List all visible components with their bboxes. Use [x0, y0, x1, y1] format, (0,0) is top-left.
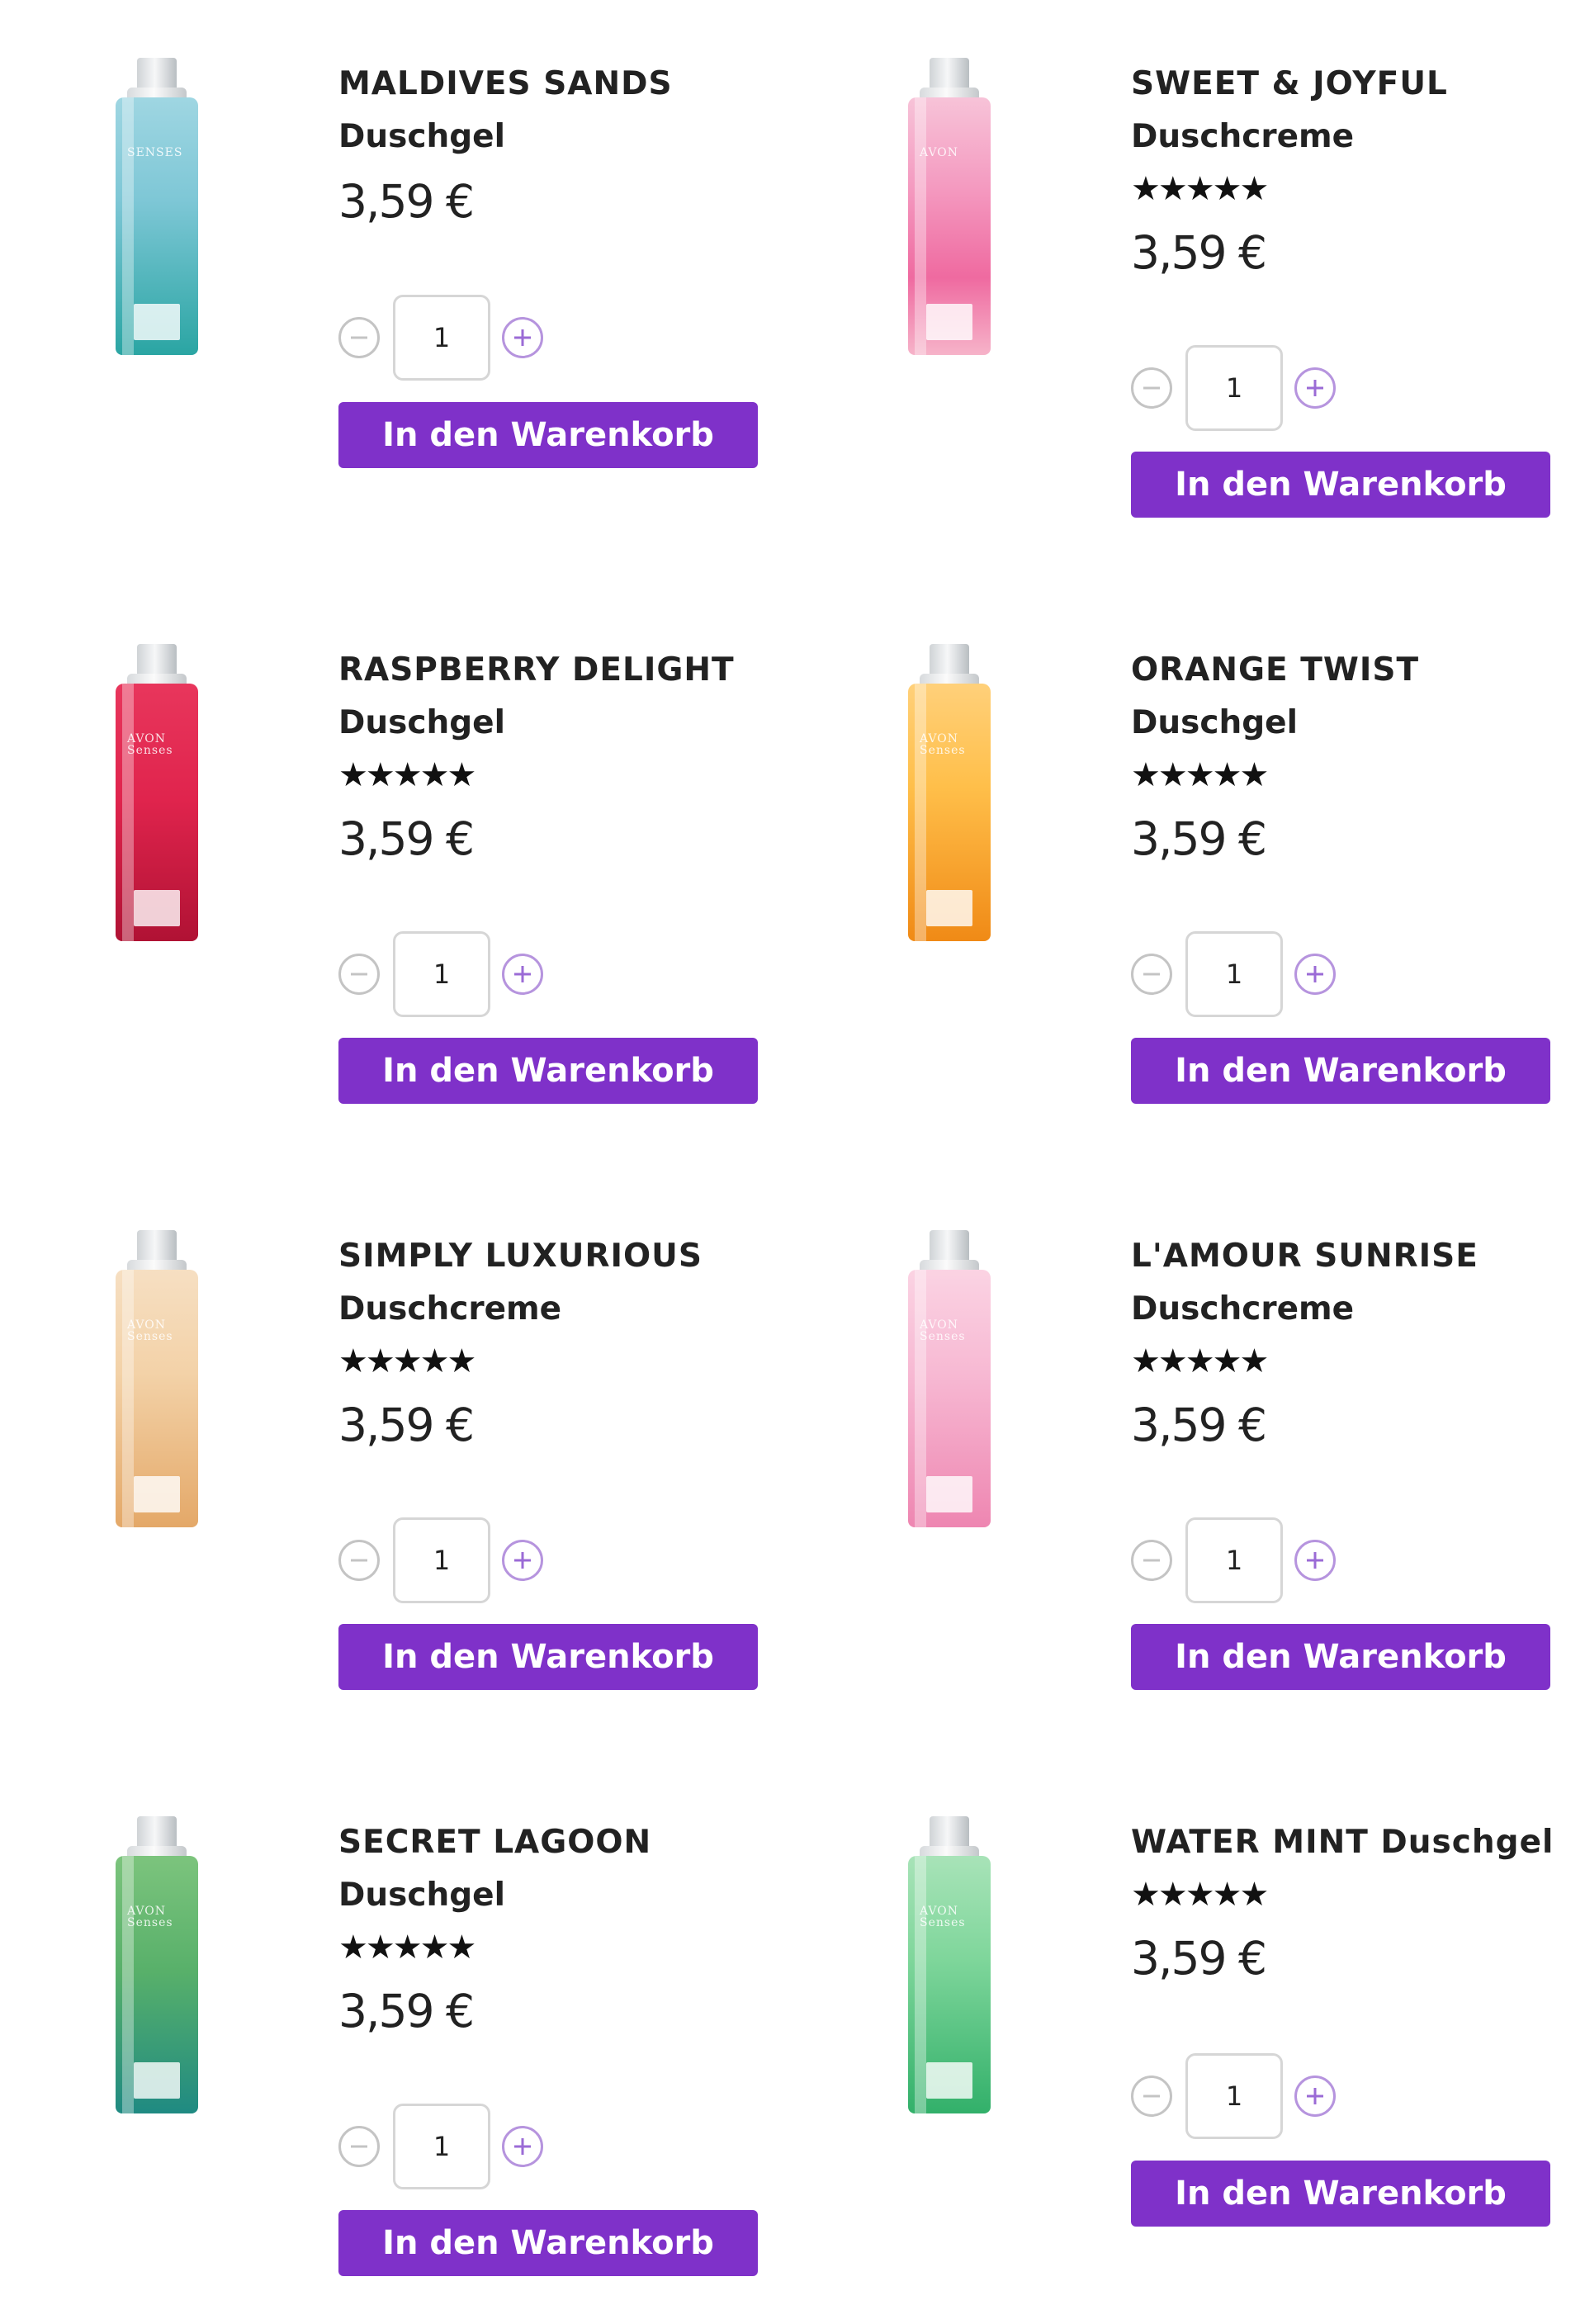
bottle-icon: AVON Senses — [107, 1230, 206, 1536]
minus-circle-icon[interactable] — [1131, 1540, 1172, 1581]
product-image[interactable]: AVON — [900, 58, 999, 363]
product-card: AVON Senses RASPBERRY DELIGHT Duschgel ★… — [0, 586, 792, 1172]
quantity-stepper: 1 — [338, 931, 570, 1017]
product-price: 3,59 € — [338, 1399, 475, 1451]
product-card: AVON SWEET & JOYFUL Duschcreme ★★★★★ 3,5… — [792, 0, 1585, 586]
product-price: 3,59 € — [338, 175, 475, 228]
product-price: 3,59 € — [338, 812, 475, 865]
quantity-stepper: 1 — [1131, 345, 1362, 431]
bottle-icon: AVON Senses — [900, 644, 999, 949]
add-to-cart-button[interactable]: In den Warenkorb — [338, 1038, 758, 1104]
product-type: Duschgel — [338, 118, 505, 155]
product-price: 3,59 € — [1131, 1399, 1267, 1451]
product-image[interactable]: AVON Senses — [107, 644, 206, 949]
product-card: AVON Senses WATER MINT Duschgel ★★★★★ 3,… — [792, 1758, 1585, 2324]
quantity-stepper: 1 — [338, 2104, 570, 2189]
plus-circle-icon[interactable] — [502, 1540, 543, 1581]
quantity-input[interactable]: 1 — [393, 1517, 490, 1603]
product-card: SENSES MALDIVES SANDS Duschgel 3,59 € 1 … — [0, 0, 792, 586]
product-card: AVON Senses SIMPLY LUXURIOUS Duschcreme … — [0, 1172, 792, 1758]
product-price: 3,59 € — [1131, 812, 1267, 865]
plus-circle-icon[interactable] — [502, 954, 543, 995]
product-image[interactable]: AVON Senses — [900, 1816, 999, 2122]
product-type: Duschcreme — [1131, 1290, 1355, 1328]
product-type: Duschcreme — [1131, 118, 1355, 155]
bottle-icon: AVON Senses — [900, 1230, 999, 1536]
product-card: AVON Senses SECRET LAGOON Duschgel ★★★★★… — [0, 1758, 792, 2324]
add-to-cart-button[interactable]: In den Warenkorb — [338, 2210, 758, 2276]
minus-circle-icon[interactable] — [1131, 954, 1172, 995]
product-image[interactable]: AVON Senses — [900, 644, 999, 949]
plus-circle-icon[interactable] — [1294, 2076, 1336, 2117]
minus-circle-icon[interactable] — [1131, 2076, 1172, 2117]
quantity-stepper: 1 — [1131, 1517, 1362, 1603]
rating-stars: ★★★★★ — [1131, 756, 1269, 794]
bottle-icon: AVON Senses — [900, 1816, 999, 2122]
quantity-input[interactable]: 1 — [1185, 2053, 1283, 2139]
add-to-cart-button[interactable]: In den Warenkorb — [1131, 1624, 1550, 1690]
bottle-icon: AVON Senses — [107, 644, 206, 949]
minus-circle-icon[interactable] — [1131, 367, 1172, 409]
quantity-input[interactable]: 1 — [393, 295, 490, 381]
product-image[interactable]: AVON Senses — [900, 1230, 999, 1536]
bottle-icon: AVON — [900, 58, 999, 363]
product-name[interactable]: MALDIVES SANDS — [338, 58, 784, 111]
product-type: Duschgel — [338, 1877, 505, 1914]
product-name[interactable]: SWEET & JOYFUL — [1131, 58, 1577, 111]
product-name[interactable]: SIMPLY LUXURIOUS — [338, 1230, 784, 1283]
quantity-input[interactable]: 1 — [1185, 931, 1283, 1017]
product-name[interactable]: L'AMOUR SUNRISE — [1131, 1230, 1577, 1283]
product-card: AVON Senses L'AMOUR SUNRISE Duschcreme ★… — [792, 1172, 1585, 1758]
quantity-stepper: 1 — [338, 295, 570, 381]
product-image[interactable]: AVON Senses — [107, 1816, 206, 2122]
product-type: Duschgel — [338, 704, 505, 741]
quantity-stepper: 1 — [1131, 2053, 1362, 2139]
plus-circle-icon[interactable] — [1294, 367, 1336, 409]
product-image[interactable]: AVON Senses — [107, 1230, 206, 1536]
add-to-cart-button[interactable]: In den Warenkorb — [1131, 2161, 1550, 2227]
product-name[interactable]: ORANGE TWIST — [1131, 644, 1577, 697]
product-name[interactable]: WATER MINT Duschgel — [1131, 1816, 1577, 1869]
bottle-icon: SENSES — [107, 58, 206, 363]
product-type: Duschcreme — [338, 1290, 562, 1328]
quantity-input[interactable]: 1 — [1185, 345, 1283, 431]
add-to-cart-button[interactable]: In den Warenkorb — [338, 402, 758, 468]
quantity-input[interactable]: 1 — [393, 931, 490, 1017]
add-to-cart-button[interactable]: In den Warenkorb — [1131, 452, 1550, 518]
product-name[interactable]: RASPBERRY DELIGHT — [338, 644, 784, 697]
quantity-stepper: 1 — [338, 1517, 570, 1603]
add-to-cart-button[interactable]: In den Warenkorb — [338, 1624, 758, 1690]
product-type: Duschgel — [1131, 704, 1298, 741]
quantity-input[interactable]: 1 — [1185, 1517, 1283, 1603]
product-price: 3,59 € — [338, 1985, 475, 2038]
minus-circle-icon[interactable] — [338, 317, 380, 358]
rating-stars: ★★★★★ — [1131, 1342, 1269, 1380]
product-name[interactable]: SECRET LAGOON — [338, 1816, 784, 1869]
product-price: 3,59 € — [1131, 1932, 1267, 1985]
minus-circle-icon[interactable] — [338, 954, 380, 995]
rating-stars: ★★★★★ — [338, 1929, 476, 1967]
plus-circle-icon[interactable] — [1294, 954, 1336, 995]
quantity-stepper: 1 — [1131, 931, 1362, 1017]
rating-stars: ★★★★★ — [1131, 170, 1269, 208]
add-to-cart-button[interactable]: In den Warenkorb — [1131, 1038, 1550, 1104]
plus-circle-icon[interactable] — [1294, 1540, 1336, 1581]
plus-circle-icon[interactable] — [502, 2126, 543, 2167]
rating-stars: ★★★★★ — [338, 756, 476, 794]
product-image[interactable]: SENSES — [107, 58, 206, 363]
minus-circle-icon[interactable] — [338, 1540, 380, 1581]
product-card: AVON Senses ORANGE TWIST Duschgel ★★★★★ … — [792, 586, 1585, 1172]
rating-stars: ★★★★★ — [338, 1342, 476, 1380]
rating-stars: ★★★★★ — [1131, 1876, 1269, 1914]
quantity-input[interactable]: 1 — [393, 2104, 490, 2189]
plus-circle-icon[interactable] — [502, 317, 543, 358]
bottle-icon: AVON Senses — [107, 1816, 206, 2122]
product-price: 3,59 € — [1131, 226, 1267, 279]
minus-circle-icon[interactable] — [338, 2126, 380, 2167]
